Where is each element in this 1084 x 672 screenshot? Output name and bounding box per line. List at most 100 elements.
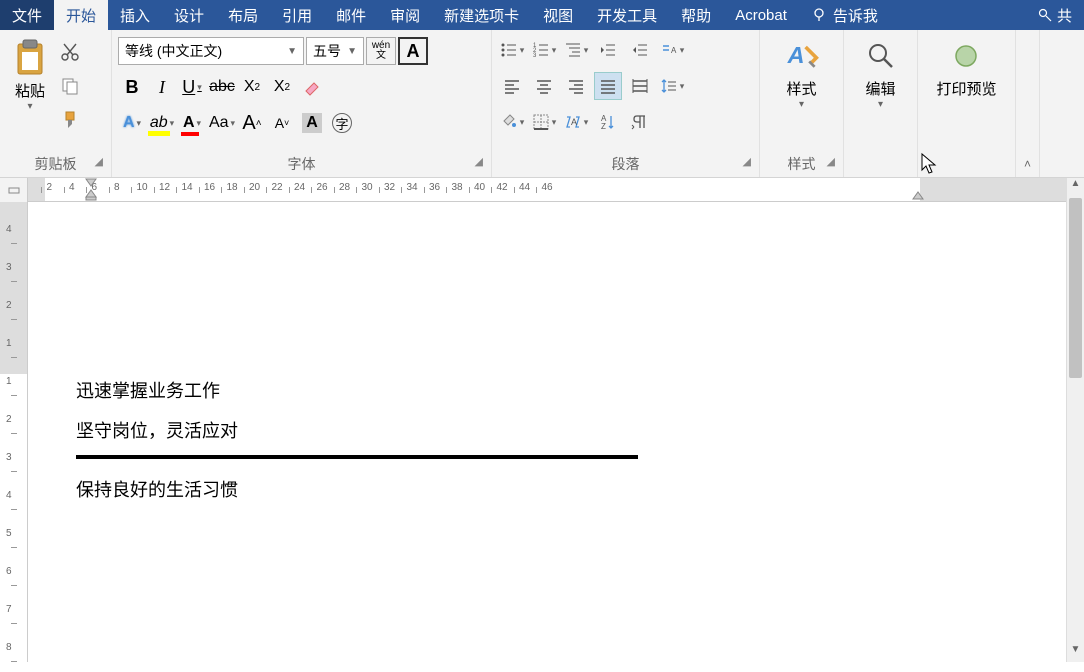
ribbon: 粘贴 ▾ 剪贴板 ◢ 等线 (中文正文) ▼ 五号	[0, 30, 1084, 178]
menu-file[interactable]: 文件	[0, 0, 54, 30]
right-indent-marker[interactable]	[912, 191, 924, 201]
menu-insert[interactable]: 插入	[108, 0, 162, 30]
menu-references[interactable]: 引用	[270, 0, 324, 30]
chevron-down-icon: ▾	[170, 118, 175, 129]
decrease-indent-button[interactable]	[594, 36, 622, 64]
ruler-tick: 24	[294, 182, 305, 193]
menu-acrobat[interactable]: Acrobat	[723, 0, 799, 30]
ribbon-collapse[interactable]: ˄	[1016, 30, 1040, 177]
ruler-tick: 1	[6, 338, 12, 349]
snap-to-grid-button[interactable]: A▾	[562, 108, 590, 136]
hanging-indent-marker[interactable]	[85, 189, 97, 201]
ruler-tick: 30	[362, 182, 373, 193]
sort-button[interactable]: AZ	[594, 108, 622, 136]
clipboard-launcher-icon[interactable]: ◢	[95, 155, 103, 168]
document-page[interactable]: 迅速掌握业务工作 坚守岗位，灵活应对 保持良好的生活习惯	[28, 252, 1084, 672]
menu-newtab[interactable]: 新建选项卡	[432, 0, 531, 30]
chevron-down-icon: ▾	[520, 117, 525, 128]
enclose-char-button[interactable]: 字	[328, 109, 356, 137]
line-spacing-button[interactable]: ▾	[658, 72, 686, 100]
ruler-tick: 18	[227, 182, 238, 193]
underline-button[interactable]: U▾	[178, 73, 206, 101]
align-distribute-button[interactable]	[626, 72, 654, 100]
char-shading-button[interactable]: A	[298, 109, 326, 137]
font-color-button[interactable]: A▾	[178, 109, 206, 137]
paste-button[interactable]: 粘贴 ▾	[6, 34, 54, 116]
chevron-down-icon: ▾	[552, 117, 557, 128]
highlight-button[interactable]: ab▾	[148, 109, 176, 137]
align-left-button[interactable]	[498, 72, 526, 100]
document-line-1[interactable]: 迅速掌握业务工作	[76, 372, 1036, 412]
phonetic-guide-button[interactable]: wén 文	[366, 37, 396, 65]
menu-tellme[interactable]: 告诉我	[799, 0, 890, 30]
circle-icon	[948, 38, 984, 74]
shrink-font-button[interactable]: A˅	[268, 109, 296, 137]
styles-icon: A	[784, 38, 820, 74]
strikethrough-button[interactable]: abc	[208, 73, 236, 101]
first-line-indent-marker[interactable]	[85, 178, 97, 188]
borders-button[interactable]: ▾	[530, 108, 558, 136]
paragraph-launcher-icon[interactable]: ◢	[743, 155, 751, 168]
menu-help[interactable]: 帮助	[669, 0, 723, 30]
document-line-3[interactable]: 保持良好的生活习惯	[76, 471, 1036, 511]
menu-layout[interactable]: 布局	[216, 0, 270, 30]
grow-font-button[interactable]: A˄	[238, 109, 266, 137]
subscript-button[interactable]: X2	[238, 73, 266, 101]
font-name-select[interactable]: 等线 (中文正文) ▼	[118, 37, 304, 65]
clear-format-button[interactable]	[298, 73, 326, 101]
chevron-down-icon: ▾	[137, 118, 142, 129]
clipboard-icon	[12, 38, 48, 78]
chevron-down-icon: ▾	[878, 99, 883, 110]
line-spacing-icon	[660, 77, 678, 95]
change-case-button[interactable]: Aa▾	[208, 109, 236, 137]
multilevel-list-button[interactable]: ▾	[562, 36, 590, 64]
superscript-button[interactable]: X2	[268, 73, 296, 101]
menu-share[interactable]: 共	[1025, 0, 1084, 30]
asian-layout-button[interactable]: A▾	[658, 36, 686, 64]
h-ruler-scale[interactable]: 2468101214161820222426283032343638404244…	[28, 178, 1084, 201]
ruler-tick: 2	[6, 300, 12, 311]
styles-launcher-icon[interactable]: ◢	[827, 155, 835, 168]
bold-button[interactable]: B	[118, 73, 146, 101]
bullets-button[interactable]: ▾	[498, 36, 526, 64]
scroll-down-icon[interactable]: ▼	[1067, 644, 1084, 662]
menu-home[interactable]: 开始	[54, 0, 108, 30]
menu-design[interactable]: 设计	[162, 0, 216, 30]
format-painter-button[interactable]	[58, 108, 82, 132]
document-line-2[interactable]: 坚守岗位，灵活应对	[76, 412, 1036, 452]
menu-mailings[interactable]: 邮件	[324, 0, 378, 30]
copy-button[interactable]	[58, 74, 82, 98]
cut-button[interactable]	[58, 40, 82, 64]
numbering-button[interactable]: 123▾	[530, 36, 558, 64]
font-launcher-icon[interactable]: ◢	[475, 155, 483, 168]
ruler-tick: 3	[6, 262, 12, 273]
ruler-tick: 38	[452, 182, 463, 193]
clipboard-label-text: 剪贴板	[35, 156, 77, 172]
paragraph-group-label: 段落 ◢	[498, 151, 753, 177]
ruler-tick: 10	[137, 182, 148, 193]
styles-button[interactable]: A 样式 ▾	[774, 34, 830, 114]
scrollbar-thumb[interactable]	[1069, 198, 1082, 378]
increase-indent-button[interactable]	[626, 36, 654, 64]
font-size-select[interactable]: 五号 ▼	[306, 37, 364, 65]
align-right-button[interactable]	[562, 72, 590, 100]
ruler-vertical[interactable]: 432112345678	[0, 202, 28, 662]
preview-label: 打印预览	[936, 78, 996, 99]
align-justify-button[interactable]	[594, 72, 622, 100]
text-effects-button[interactable]: A▾	[118, 109, 146, 137]
menu-devtools[interactable]: 开发工具	[585, 0, 669, 30]
search-icon	[863, 38, 899, 74]
show-formatting-button[interactable]	[626, 108, 654, 136]
menu-review[interactable]: 审阅	[378, 0, 432, 30]
shading-button[interactable]: ▾	[498, 108, 526, 136]
print-preview-button[interactable]: 打印预览	[926, 34, 1006, 103]
edit-button[interactable]: 编辑 ▾	[853, 34, 909, 114]
italic-button[interactable]: I	[148, 73, 176, 101]
vertical-scrollbar[interactable]: ▲ ▼	[1066, 178, 1084, 662]
scroll-up-icon[interactable]: ▲	[1067, 178, 1084, 196]
align-center-button[interactable]	[530, 72, 558, 100]
ruler-tick: 6	[6, 566, 12, 577]
char-border-button[interactable]: A	[398, 37, 428, 65]
menu-view[interactable]: 视图	[531, 0, 585, 30]
ruler-tick: 4	[6, 224, 12, 235]
